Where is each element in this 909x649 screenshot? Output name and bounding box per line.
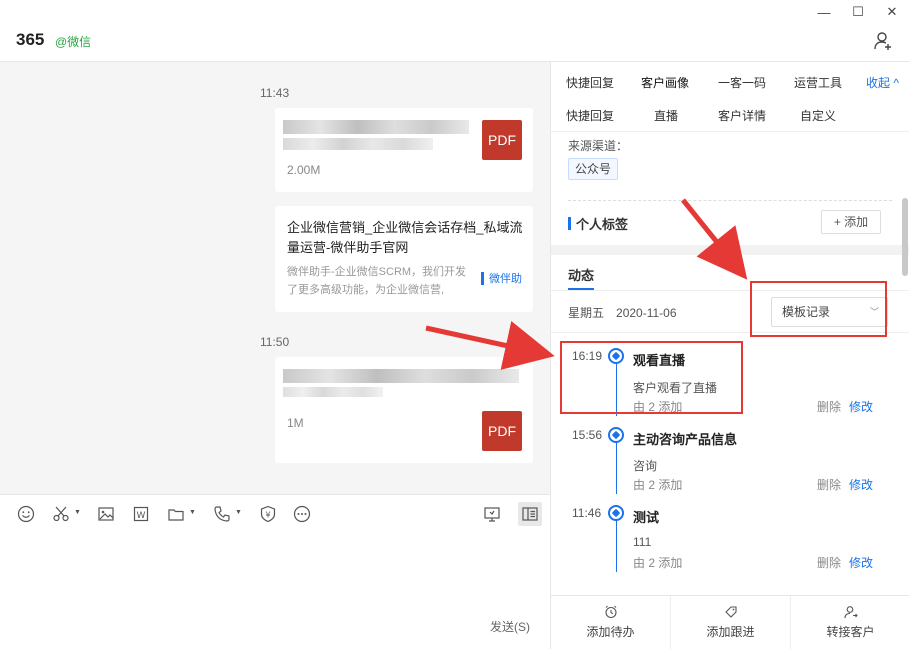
folder-icon[interactable] bbox=[166, 504, 186, 524]
link-description: 微伴助手-企业微信SCRM，我们开发了更多高级功能，为企业微信营, bbox=[287, 266, 467, 296]
timeline-description: 111 bbox=[633, 535, 652, 549]
personal-tags-heading: 个人标签 bbox=[568, 214, 628, 233]
chat-history[interactable]: 11:43 PDF 2.00M 企业微信营销_企业微信会话存档_私域流量运营-微… bbox=[0, 62, 550, 494]
tag-icon bbox=[724, 606, 737, 618]
section-separator bbox=[551, 245, 909, 255]
svg-text:¥: ¥ bbox=[265, 511, 270, 520]
phone-icon[interactable] bbox=[212, 504, 232, 524]
screenshot-scissors-icon[interactable] bbox=[51, 504, 71, 524]
file-size: 1M bbox=[287, 416, 304, 430]
chat-platform-tag: @微信 bbox=[55, 35, 92, 49]
pdf-file-icon: PDF bbox=[482, 120, 522, 160]
timeline-tag-icon bbox=[608, 505, 624, 521]
link-message[interactable]: 企业微信营销_企业微信会话存档_私域流量运营-微伴助手官网 微伴助手-企业微信S… bbox=[275, 206, 533, 312]
timeline-title: 主动咨询产品信息 bbox=[633, 432, 738, 447]
file-size: 2.00M bbox=[287, 163, 321, 177]
file-message[interactable]: PDF 2.00M bbox=[275, 108, 533, 192]
link-title: 企业微信营销_企业微信会话存档_私域流量运营-微伴助手官网 bbox=[287, 220, 523, 255]
tab-quick-reply[interactable]: 快捷回复 bbox=[566, 74, 614, 91]
message-input[interactable]: 发送(S) bbox=[0, 532, 550, 649]
minimize-button[interactable]: — bbox=[807, 0, 841, 24]
bottom-actions: 添加待办 添加跟进 转接客户 bbox=[551, 595, 909, 649]
transfer-user-icon bbox=[843, 606, 858, 619]
add-tag-button[interactable]: + 添加 bbox=[821, 210, 881, 234]
chat-title: 365 bbox=[16, 30, 45, 49]
collapse-button[interactable]: 收起 ^ bbox=[866, 74, 899, 91]
brand-logo-icon bbox=[481, 271, 484, 285]
link-brand-name: 微伴助 bbox=[489, 273, 522, 285]
secondary-tabs: 快捷回复 直播 客户详情 自定义 bbox=[551, 100, 909, 132]
delete-button[interactable]: 删除 bbox=[817, 398, 841, 415]
divider bbox=[568, 200, 892, 201]
subtab-custom[interactable]: 自定义 bbox=[800, 107, 836, 124]
timeline-author: 由 2 添加 bbox=[633, 556, 683, 570]
transfer-customer-button[interactable]: 转接客户 bbox=[791, 596, 909, 649]
blurred-filename bbox=[283, 387, 383, 397]
annotation-box bbox=[750, 281, 887, 337]
chat-history-icon[interactable] bbox=[482, 504, 502, 524]
link-brand: 微伴助 bbox=[481, 270, 522, 286]
subtab-live[interactable]: 直播 bbox=[654, 107, 678, 124]
date-value: 2020-11-06 bbox=[616, 306, 677, 320]
image-icon[interactable] bbox=[96, 504, 116, 524]
source-channel-label: 来源渠道： bbox=[568, 139, 629, 153]
chevron-down-icon[interactable]: ▼ bbox=[189, 509, 196, 516]
sidebar-toggle-icon[interactable] bbox=[518, 502, 542, 526]
chevron-down-icon[interactable]: ▼ bbox=[235, 509, 242, 516]
emoji-icon[interactable] bbox=[16, 504, 36, 524]
timeline-author: 由 2 添加 bbox=[633, 478, 683, 492]
timeline-description: 咨询 bbox=[633, 459, 658, 473]
add-todo-label: 添加待办 bbox=[586, 625, 635, 639]
send-button[interactable]: 发送(S) bbox=[490, 618, 530, 635]
delete-button[interactable]: 删除 bbox=[817, 554, 841, 571]
timeline-time: 15:56 bbox=[572, 428, 603, 442]
blurred-filename bbox=[283, 120, 469, 134]
subtab-quick-reply[interactable]: 快捷回复 bbox=[566, 107, 614, 124]
red-packet-shield-icon[interactable]: ¥ bbox=[258, 504, 278, 524]
tab-one-customer-one-code[interactable]: 一客一码 bbox=[718, 74, 766, 91]
timeline-title: 测试 bbox=[633, 510, 660, 525]
chevron-down-icon[interactable]: ▼ bbox=[74, 509, 81, 516]
subtab-customer-details[interactable]: 客户详情 bbox=[718, 107, 766, 124]
source-channel-chip: 公众号 bbox=[568, 158, 619, 180]
date-row: 星期五 2020-11-06 bbox=[568, 304, 689, 321]
tab-operation-tools[interactable]: 运营工具 bbox=[794, 74, 842, 91]
window-controls: — ☐ ✕ bbox=[807, 0, 909, 24]
message-time: 11:43 bbox=[260, 86, 290, 100]
input-toolbar: ▼ W ▼ ▼ ¥ bbox=[0, 494, 550, 532]
timeline-connector bbox=[616, 520, 617, 572]
add-todo-button[interactable]: 添加待办 bbox=[551, 596, 671, 649]
chat-header: 365 @微信 bbox=[0, 0, 909, 62]
pdf-file-icon: PDF bbox=[482, 411, 522, 451]
svg-text:W: W bbox=[137, 511, 146, 521]
scrollbar[interactable] bbox=[902, 198, 908, 276]
edit-button[interactable]: 修改 bbox=[849, 554, 873, 571]
timeline-time: 11:46 bbox=[572, 506, 602, 520]
edit-button[interactable]: 修改 bbox=[849, 476, 873, 493]
blurred-filename bbox=[283, 138, 433, 150]
maximize-button[interactable]: ☐ bbox=[841, 0, 875, 24]
more-icon[interactable] bbox=[292, 504, 312, 524]
message-time: 11:50 bbox=[260, 335, 290, 349]
tab-dynamics[interactable]: 动态 bbox=[568, 265, 594, 284]
tab-customer-profile[interactable]: 客户画像 bbox=[641, 74, 689, 91]
word-document-icon[interactable]: W bbox=[131, 504, 151, 524]
file-message[interactable]: PDF 1M bbox=[275, 357, 533, 463]
close-button[interactable]: ✕ bbox=[875, 0, 909, 24]
add-followup-label: 添加跟进 bbox=[706, 625, 755, 639]
date-weekday: 星期五 bbox=[568, 306, 605, 320]
edit-button[interactable]: 修改 bbox=[849, 398, 873, 415]
timeline-tag-icon bbox=[608, 427, 624, 443]
timeline-connector bbox=[616, 442, 617, 494]
add-followup-button[interactable]: 添加跟进 bbox=[671, 596, 791, 649]
add-member-icon[interactable] bbox=[873, 31, 893, 51]
alarm-clock-icon bbox=[604, 605, 617, 619]
section-marker bbox=[568, 217, 571, 230]
personal-tags-title: 个人标签 bbox=[576, 217, 629, 232]
annotation-box bbox=[560, 341, 743, 414]
primary-tabs: 快捷回复 客户画像 一客一码 运营工具 收起 ^ bbox=[551, 62, 909, 100]
blurred-filename bbox=[283, 369, 519, 383]
transfer-customer-label: 转接客户 bbox=[826, 625, 875, 639]
delete-button[interactable]: 删除 bbox=[817, 476, 841, 493]
